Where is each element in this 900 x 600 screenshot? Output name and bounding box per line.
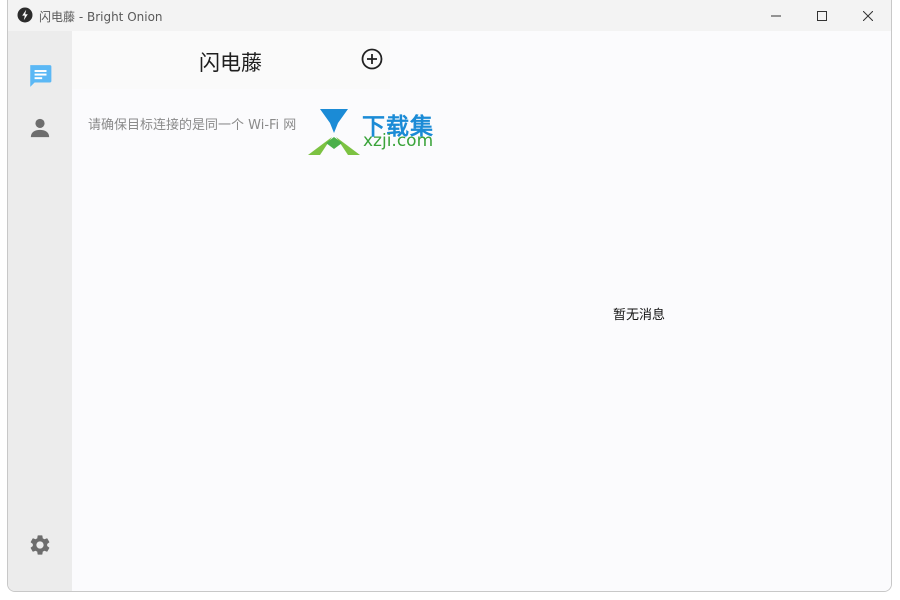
content-header: 闪电藤: [72, 31, 390, 89]
watermark: 下载集 xzji.com: [306, 109, 456, 155]
sidebar: [8, 31, 72, 591]
minimize-button[interactable]: [753, 0, 799, 31]
wifi-hint-text: 请确保目标连接的是同一个 Wi-Fi 网: [88, 118, 297, 133]
add-circle-icon: [361, 48, 383, 70]
close-button[interactable]: [845, 0, 891, 31]
maximize-button[interactable]: [799, 0, 845, 31]
sidebar-item-messages[interactable]: [26, 62, 54, 90]
window-title: 闪电藤 - Bright Onion: [39, 10, 163, 24]
main-content: 闪电藤 请确保目标连接的是同一个 Wi-Fi 网 暂无消息 下载集 xzji.c…: [72, 31, 891, 591]
chat-icon: [30, 65, 52, 87]
close-icon: [863, 10, 873, 21]
add-button[interactable]: [361, 48, 383, 70]
sidebar-item-contacts[interactable]: [26, 114, 54, 142]
maximize-icon: [817, 10, 827, 21]
minimize-icon: [771, 15, 781, 16]
title-bar[interactable]: 闪电藤 - Bright Onion: [8, 0, 891, 31]
settings-button[interactable]: [26, 531, 54, 559]
lightning-logo-icon: [17, 7, 33, 23]
watermark-logo-icon: [308, 109, 360, 155]
empty-message: 暂无消息: [613, 308, 666, 323]
contact-icon: [30, 118, 50, 138]
page-title: 闪电藤: [199, 51, 262, 75]
gear-icon: [30, 535, 50, 555]
app-window: 闪电藤 - Bright Onion 闪电藤 请确保目标连接的是同一个 Wi-F…: [7, 0, 892, 592]
watermark-en-text: xzji.com: [363, 131, 434, 151]
